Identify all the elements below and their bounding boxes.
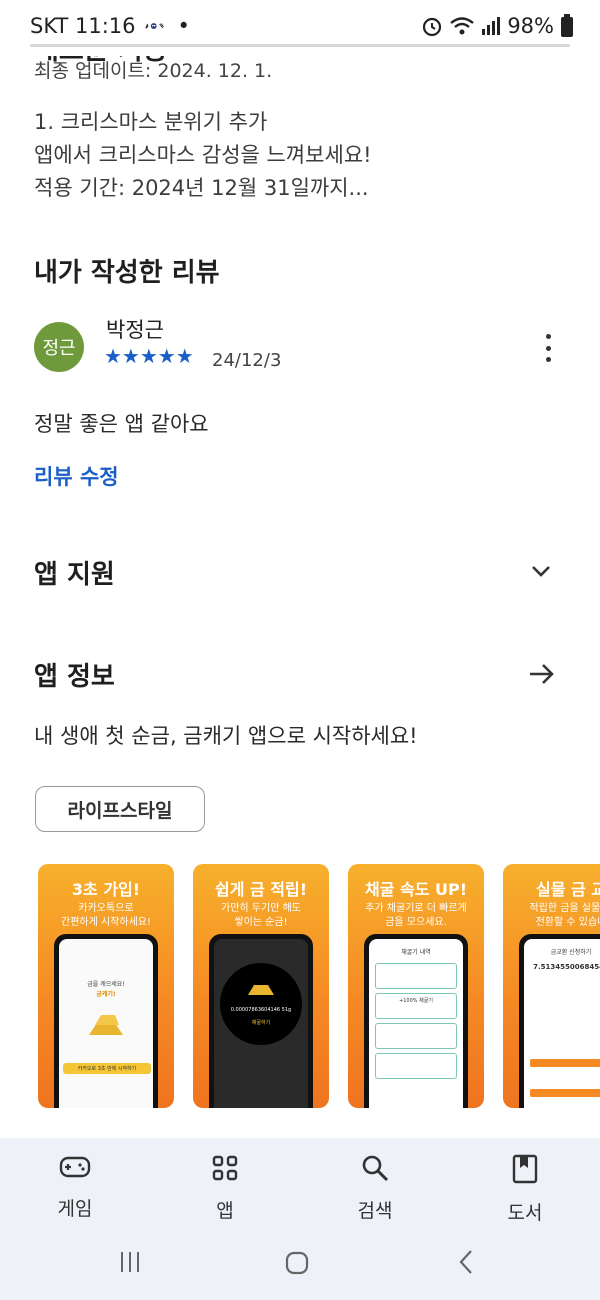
search-icon bbox=[362, 1155, 389, 1182]
nav-label: 게임 bbox=[57, 1198, 93, 1220]
nav-item-apps[interactable]: 앱 bbox=[175, 1154, 275, 1223]
gold-bars-icon bbox=[89, 1015, 123, 1035]
home-icon[interactable] bbox=[284, 1250, 310, 1276]
gold-balance: 7.51345500684546 bbox=[533, 963, 600, 971]
carrier-time: SKT 11:16 bbox=[30, 14, 136, 38]
gold-bars-icon bbox=[248, 985, 274, 995]
review-date: 24/12/3 bbox=[212, 350, 282, 371]
screenshot-card[interactable]: 실물 금 교 적립한 금을 실물 금 전환할 수 있습니 금교환 신청하기 7.… bbox=[503, 864, 600, 1108]
signal-icon bbox=[482, 17, 501, 35]
mockup-header: 채굴기 내역 bbox=[401, 949, 431, 956]
phone-mockup: 채굴기 내역 +100% 채굴기 bbox=[364, 934, 468, 1108]
mockup-accent: 금캐기! bbox=[96, 991, 116, 998]
gold-amount: 0.00007863604146 51g bbox=[230, 1007, 292, 1013]
mining-circle bbox=[220, 963, 302, 1045]
screenshot-subtitle: 추가 채굴기로 더 빠르게 금을 모으세요. bbox=[365, 903, 467, 928]
review-text: 정말 좋은 앱 같아요 bbox=[34, 412, 209, 436]
more-options-icon[interactable] bbox=[538, 334, 558, 362]
arrow-right-icon[interactable] bbox=[528, 662, 556, 686]
screenshot-title: 3초 가입! bbox=[71, 880, 141, 899]
status-dot: • bbox=[177, 14, 190, 38]
app-info-title[interactable]: 앱 정보 bbox=[34, 656, 115, 693]
phone-mockup: 금을 캐으세요! 금캐기! 카카오로 3초 만에 시작하기 bbox=[54, 934, 158, 1108]
status-left: SKT 11:16 • bbox=[30, 14, 190, 38]
star-rating: ★★★★★ bbox=[104, 344, 194, 368]
release-notes: 1. 크리스마스 분위기 추가 앱에서 크리스마스 감성을 느껴보세요! 적용 … bbox=[34, 106, 372, 205]
miner-row bbox=[375, 1023, 457, 1049]
recent-apps-icon[interactable] bbox=[118, 1250, 142, 1274]
nav-label: 앱 bbox=[216, 1200, 234, 1222]
phone-mockup: 금교환 신청하기 7.51345500684546 bbox=[519, 934, 600, 1108]
screenshot-subtitle: 카카오톡으로 간편하게 시작하세요! bbox=[61, 903, 151, 928]
exchange-button bbox=[530, 1089, 600, 1097]
screenshot-card[interactable]: 쉽게 금 적립! 가만히 두기만 해도 쌓이는 순금! 0.0000786360… bbox=[193, 864, 329, 1108]
release-note-line: 1. 크리스마스 분위기 추가 bbox=[34, 110, 268, 134]
avatar: 정근 bbox=[34, 322, 84, 372]
category-chip[interactable]: 라이프스타일 bbox=[35, 786, 205, 832]
book-icon bbox=[512, 1154, 538, 1184]
wifi-icon bbox=[450, 17, 475, 35]
miner-label: +100% 채굴기 bbox=[399, 998, 433, 1004]
kakao-start-button: 카카오로 3초 만에 시작하기 bbox=[63, 1063, 151, 1074]
screenshot-title: 실물 금 교 bbox=[535, 880, 600, 899]
mine-button: 채굴하기 bbox=[251, 1020, 271, 1026]
exchange-button bbox=[530, 1059, 600, 1067]
nav-item-games[interactable]: 게임 bbox=[25, 1154, 125, 1221]
nav-label: 도서 bbox=[507, 1202, 543, 1224]
nav-item-books[interactable]: 도서 bbox=[475, 1154, 575, 1225]
miner-row bbox=[375, 1053, 457, 1079]
screenshot-title: 쉽게 금 적립! bbox=[214, 880, 308, 899]
edit-review-link[interactable]: 리뷰 수정 bbox=[34, 461, 119, 491]
app-support-title[interactable]: 앱 지원 bbox=[34, 554, 115, 591]
phone-mockup: 0.00007863604146 51g 채굴하기 bbox=[209, 934, 313, 1108]
miner-row bbox=[375, 963, 457, 989]
release-note-line: 적용 기간: 2024년 12월 31일까지... bbox=[34, 176, 369, 200]
reviewer-name: 박정근 bbox=[106, 318, 164, 342]
mockup-text: 금을 캐으세요! bbox=[87, 981, 125, 988]
battery-icon bbox=[561, 14, 573, 37]
release-note-line: 앱에서 크리스마스 감성을 느껴보세요! bbox=[34, 143, 372, 167]
screenshot-title: 채굴 속도 UP! bbox=[364, 880, 468, 899]
chevron-down-icon[interactable] bbox=[530, 560, 552, 582]
status-right: 98% bbox=[421, 14, 574, 38]
apps-grid-icon bbox=[212, 1155, 238, 1181]
system-navigation bbox=[0, 1248, 600, 1280]
screenshot-subtitle: 가만히 두기만 해도 쌓이는 순금! bbox=[221, 903, 301, 928]
back-icon[interactable] bbox=[456, 1248, 476, 1276]
nav-label: 검색 bbox=[357, 1200, 393, 1222]
last-updated: 최종 업데이트: 2024. 12. 1. bbox=[34, 60, 273, 82]
screenshot-subtitle: 적립한 금을 실물 금 전환할 수 있습니 bbox=[529, 903, 600, 928]
notification-icons bbox=[144, 23, 164, 29]
battery-percent: 98% bbox=[507, 14, 554, 38]
app-description: 내 생애 첫 순금, 금캐기 앱으로 시작하세요! bbox=[34, 724, 418, 748]
screenshot-carousel[interactable]: 3초 가입! 카카오톡으로 간편하게 시작하세요! 금을 캐으세요! 금캐기! … bbox=[38, 864, 600, 1108]
alarm-icon bbox=[423, 17, 442, 37]
scroll-indicator bbox=[30, 44, 570, 47]
screenshot-card[interactable]: 3초 가입! 카카오톡으로 간편하게 시작하세요! 금을 캐으세요! 금캐기! … bbox=[38, 864, 174, 1108]
screenshot-card[interactable]: 채굴 속도 UP! 추가 채굴기로 더 빠르게 금을 모으세요. 채굴기 내역 … bbox=[348, 864, 484, 1108]
gamepad-icon bbox=[59, 1156, 91, 1178]
nav-item-search[interactable]: 검색 bbox=[325, 1154, 425, 1223]
mockup-header: 금교환 신청하기 bbox=[550, 949, 592, 956]
status-bar: SKT 11:16 • 98% bbox=[0, 0, 600, 56]
my-review-title: 내가 작성한 리뷰 bbox=[34, 258, 220, 288]
